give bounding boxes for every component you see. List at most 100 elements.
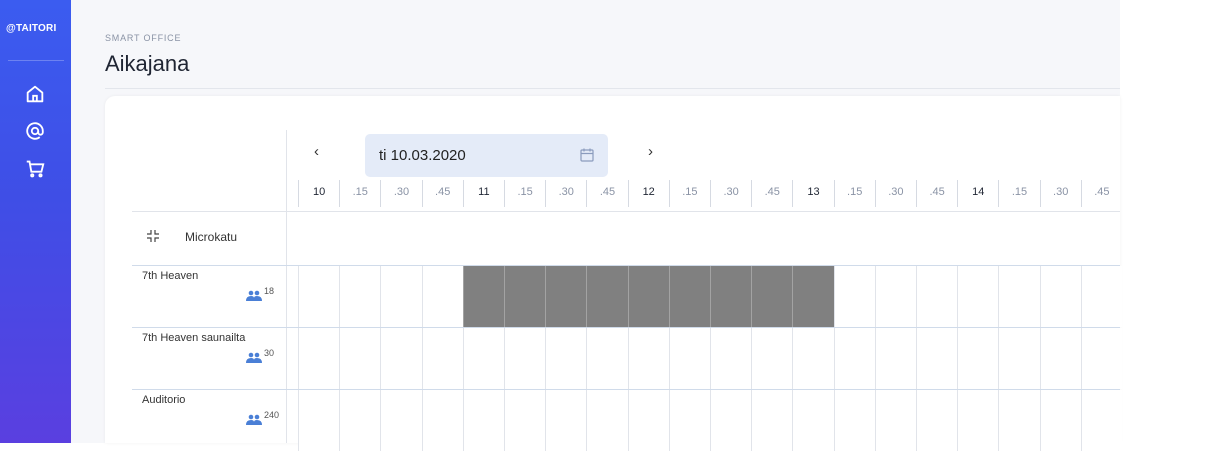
- time-tick: .15: [998, 180, 1039, 207]
- time-tick: .15: [504, 180, 545, 207]
- room-name: 7th Heaven: [142, 270, 199, 282]
- sidebar-divider: [8, 60, 64, 61]
- room-capacity: 240: [264, 410, 280, 420]
- people-icon: [246, 352, 262, 363]
- booked-slot[interactable]: [710, 266, 752, 327]
- time-tick: .15: [668, 180, 710, 207]
- booked-slot[interactable]: [792, 266, 834, 327]
- free-slot[interactable]: [957, 328, 999, 389]
- free-slot[interactable]: [339, 390, 381, 451]
- collapse-icon[interactable]: [146, 229, 160, 243]
- free-slot[interactable]: [916, 390, 958, 451]
- free-slot[interactable]: [462, 328, 504, 389]
- free-slot[interactable]: [998, 390, 1040, 451]
- cart-icon[interactable]: [24, 157, 46, 179]
- time-tick: 11: [462, 180, 504, 207]
- free-slot[interactable]: [916, 328, 958, 389]
- sidebar: @TAITORI: [0, 0, 71, 443]
- time-tick: .30: [874, 180, 916, 207]
- time-axis: 10.15.30.45 11.15.30.45 12.15.30.45 13.15.3…: [286, 180, 1120, 207]
- free-slot[interactable]: [627, 390, 669, 451]
- free-slot[interactable]: [1080, 266, 1122, 327]
- free-slot[interactable]: [833, 328, 875, 389]
- free-slot[interactable]: [298, 266, 340, 327]
- free-slot[interactable]: [998, 328, 1040, 389]
- free-slot[interactable]: [710, 390, 752, 451]
- prev-day-button[interactable]: ‹: [314, 143, 319, 160]
- free-slot[interactable]: [957, 266, 999, 327]
- time-tick: .30: [380, 180, 421, 207]
- room-capacity: 30: [264, 348, 275, 358]
- free-slot[interactable]: [586, 328, 628, 389]
- free-slot[interactable]: [339, 266, 381, 327]
- free-slot[interactable]: [874, 266, 916, 327]
- time-tick: .30: [1039, 180, 1081, 207]
- brand-logo[interactable]: @TAITORI: [6, 23, 56, 34]
- title-divider: [105, 88, 1120, 89]
- free-slot[interactable]: [1080, 328, 1122, 389]
- calendar-icon[interactable]: [579, 147, 595, 163]
- free-slot[interactable]: [792, 390, 834, 451]
- free-slot[interactable]: [421, 266, 463, 327]
- date-picker-field[interactable]: ti 10.03.2020: [365, 134, 608, 177]
- free-slot[interactable]: [545, 328, 587, 389]
- booked-slot[interactable]: [462, 266, 504, 327]
- time-tick: .45: [1080, 180, 1122, 207]
- free-slot[interactable]: [627, 328, 669, 389]
- at-icon[interactable]: [24, 120, 46, 142]
- free-slot[interactable]: [1080, 390, 1122, 451]
- free-slot[interactable]: [751, 390, 793, 451]
- free-slot[interactable]: [833, 266, 875, 327]
- time-tick: 14: [957, 180, 998, 207]
- free-slot[interactable]: [957, 390, 999, 451]
- free-slot[interactable]: [874, 328, 916, 389]
- free-slot[interactable]: [751, 328, 793, 389]
- free-slot[interactable]: [380, 328, 422, 389]
- free-slot[interactable]: [668, 390, 710, 451]
- free-slot[interactable]: [545, 390, 587, 451]
- free-slot[interactable]: [833, 390, 875, 451]
- free-slot[interactable]: [298, 390, 340, 451]
- free-slot[interactable]: [380, 390, 422, 451]
- time-tick: 13: [792, 180, 833, 207]
- free-slot[interactable]: [1039, 390, 1081, 451]
- free-slot[interactable]: [1039, 266, 1081, 327]
- free-slot[interactable]: [1039, 328, 1081, 389]
- free-slot[interactable]: [504, 390, 546, 451]
- page-eyebrow: SMART OFFICE: [105, 33, 182, 43]
- free-slot[interactable]: [339, 328, 381, 389]
- free-slot[interactable]: [462, 390, 504, 451]
- free-slot[interactable]: [504, 328, 546, 389]
- date-value: ti 10.03.2020: [379, 147, 466, 164]
- time-tick: .45: [916, 180, 957, 207]
- free-slot[interactable]: [998, 266, 1040, 327]
- people-icon: [246, 290, 262, 301]
- people-icon: [246, 414, 262, 425]
- time-tick: .30: [710, 180, 751, 207]
- home-icon[interactable]: [24, 83, 46, 105]
- booked-slot[interactable]: [545, 266, 587, 327]
- booked-slot[interactable]: [627, 266, 669, 327]
- free-slot[interactable]: [421, 390, 463, 451]
- free-slot[interactable]: [668, 328, 710, 389]
- booked-slot[interactable]: [504, 266, 546, 327]
- time-tick: .45: [586, 180, 627, 207]
- time-tick: .45: [421, 180, 463, 207]
- time-tick: 12: [627, 180, 669, 207]
- free-slot[interactable]: [421, 328, 463, 389]
- booked-slot[interactable]: [586, 266, 628, 327]
- time-tick: 10: [298, 180, 339, 207]
- free-slot[interactable]: [380, 266, 422, 327]
- right-margin: [1120, 0, 1209, 443]
- free-slot[interactable]: [916, 266, 958, 327]
- free-slot[interactable]: [586, 390, 628, 451]
- free-slot[interactable]: [298, 328, 340, 389]
- booked-slot[interactable]: [668, 266, 710, 327]
- free-slot[interactable]: [792, 328, 834, 389]
- free-slot[interactable]: [710, 328, 752, 389]
- next-day-button[interactable]: ›: [648, 143, 653, 160]
- booked-slot[interactable]: [751, 266, 793, 327]
- group-label: Microkatu: [185, 230, 238, 244]
- free-slot[interactable]: [874, 390, 916, 451]
- group-row: [132, 211, 1120, 264]
